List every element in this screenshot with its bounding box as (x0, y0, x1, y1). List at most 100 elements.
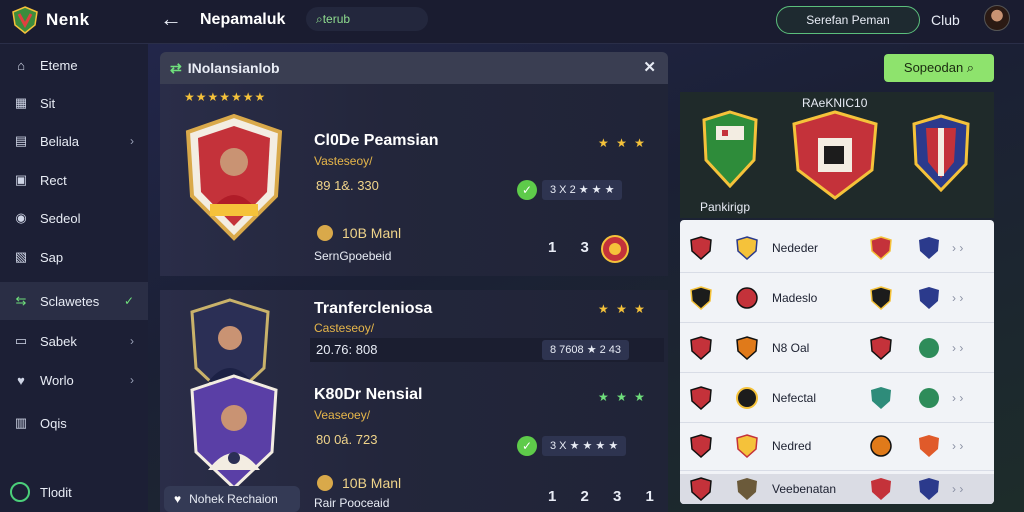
sidebar-item-label: Eteme (40, 57, 78, 73)
sidebar-item-sit[interactable]: ▦ Sit (0, 84, 148, 122)
club-crest-icon (736, 287, 758, 309)
chevron-right-icon: › › (952, 391, 964, 405)
club-name: Veebenatan (772, 481, 837, 496)
player-portrait-shield (190, 374, 278, 490)
sidebar-footer-label: Tlodit (40, 484, 72, 500)
calendar-icon: ▣ (14, 172, 28, 187)
club-crest-icon (737, 477, 757, 500)
user-avatar[interactable] (984, 5, 1010, 31)
club-crest-icon (919, 237, 939, 259)
folder-icon: ▭ (14, 333, 28, 348)
club-crest-icon (690, 286, 712, 310)
player-card[interactable]: ★★★★★★★ Cl0De Peamsian Vasteseoy/ 89 1&.… (160, 84, 668, 276)
club-name: Nededer (772, 241, 819, 255)
transfer-icon: ⇆ (15, 293, 27, 308)
club-link[interactable]: Club (931, 12, 960, 28)
sidebar-item-label: Sap (40, 249, 64, 265)
sidebar-item-sedeol[interactable]: ◉ Sedeol (0, 199, 148, 237)
club-crest-icon (317, 225, 333, 241)
check-icon: ✓ (517, 180, 537, 200)
player-portrait-shield (185, 113, 283, 241)
check-icon: ✓ (123, 294, 134, 308)
sidebar-item-label: Oqis (40, 415, 67, 431)
club-crest-icon[interactable] (700, 110, 760, 188)
sidebar-item-sabek[interactable]: ▭ Sabek › (0, 322, 148, 360)
sponsor-button[interactable]: Sopeodan ⌕ (884, 54, 994, 82)
ranking-label: Pankirigp (700, 200, 751, 214)
app-brand: Nenk (46, 10, 90, 29)
club-crest-icon[interactable] (790, 110, 880, 200)
player-card[interactable]: Tranfercleniosa Casteseoy/ ★ ★ ★ 20.76: … (160, 290, 668, 512)
sidebar-item-label: Worlo (40, 372, 74, 388)
player-name: K80Dr Nensial (314, 386, 423, 403)
search-input[interactable]: ⌕terub (306, 7, 428, 31)
sidebar: ⌂ Eteme ▦ Sit ▤ Beliala › ▣ Rect ◉ Sedeo… (0, 44, 148, 512)
heart-icon: ♥ (17, 372, 25, 388)
sidebar-item-label: Sedeol (40, 210, 81, 226)
ranking-table: Nededer › › Madeslo › › N8 Oal › › Nefec… (680, 220, 994, 504)
sidebar-item-oqis[interactable]: ▥ Oqis (0, 404, 148, 442)
numbers-row: 1 2 3 1 (548, 488, 664, 505)
club-crest-icon (736, 387, 758, 409)
stats-bar: 20.76: 808 8 7608 ★ 2 43 (310, 338, 664, 362)
transfer-icon: ⇄ (170, 59, 182, 76)
club-crest-icon (871, 387, 891, 409)
chevron-right-icon: › (130, 134, 134, 148)
favorite-button[interactable]: ♥ Nohek Rechaion (164, 486, 300, 512)
sidebar-item-transfers[interactable]: ⇆ Sclawetes ✓ (0, 282, 148, 320)
sidebar-item-label: Rect (40, 172, 67, 188)
player-name: Cl0De Peamsian (314, 132, 439, 149)
panel-header: ⇄ INolansianlob ✕ (160, 52, 668, 84)
primary-action-button[interactable]: Serefan Peman (776, 6, 920, 34)
sidebar-item-worlo[interactable]: ♥ Worlo › (0, 361, 148, 399)
player-name: Tranfercleniosa (314, 300, 433, 317)
chevron-right-icon: › › (952, 481, 964, 496)
back-arrow-icon[interactable]: ← (160, 6, 182, 32)
player-meta: SernGpoebeid (314, 249, 392, 263)
building-icon: ▤ (14, 133, 28, 148)
club-crest-icon (690, 476, 712, 501)
table-row[interactable]: Nedred › › (680, 422, 994, 471)
sidebar-item-beliala[interactable]: ▤ Beliala › (0, 122, 148, 160)
club-name: N8 Oal (772, 341, 810, 355)
club-crest-icon (871, 477, 891, 500)
club-crest-icon (690, 336, 712, 360)
club-crest-icon[interactable] (910, 114, 972, 192)
club-name: 10B Manl (342, 475, 402, 491)
player-position: Veaseoey/ (314, 408, 371, 422)
club-crest-icon (317, 475, 333, 491)
table-row[interactable]: N8 Oal › › (680, 324, 994, 373)
table-row[interactable]: Nefectal › › (680, 374, 994, 423)
sidebar-item-sap[interactable]: ▧ Sap (0, 238, 148, 276)
chevron-right-icon: › › (952, 241, 964, 255)
sidebar-item-home[interactable]: ⌂ Eteme (0, 46, 148, 84)
mini-star-rating: ★ ★ ★ (598, 136, 647, 150)
sidebar-item-rect[interactable]: ▣ Rect (0, 161, 148, 199)
app-logo-icon[interactable] (10, 5, 40, 35)
ranking-header: RAeKNIC10 Pankirigp (680, 92, 994, 218)
sidebar-item-label: Sclawetes (40, 293, 100, 309)
top-bar: Nenk ← Nepamaluk ⌕terub Serefan Peman Cl… (0, 0, 1024, 44)
club-name: Nedred (772, 439, 812, 453)
club-crest-icon (919, 435, 939, 457)
player-position: Vasteseoy/ (314, 154, 373, 168)
sidebar-item-label: Beliala (40, 133, 80, 149)
club-crest-icon (736, 236, 758, 260)
club-badge-icon (601, 235, 629, 263)
club-crest-icon (870, 435, 892, 457)
club-crest-icon (919, 388, 939, 408)
book-icon: ▥ (14, 415, 28, 430)
close-icon[interactable]: ✕ (643, 58, 656, 76)
club-name: 10B Manl (342, 225, 402, 241)
sidebar-footer[interactable]: Tlodit (10, 482, 72, 502)
table-row[interactable]: Madeslo › › (680, 274, 994, 323)
club-name: Nefectal (772, 391, 817, 405)
chevron-right-icon: › › (952, 439, 964, 453)
mini-star-rating: ★ ★ ★ (598, 302, 647, 316)
ball-icon: ◉ (15, 210, 27, 225)
ranking-title: RAeKNIC10 (802, 96, 868, 110)
table-row[interactable]: Nededer › › (680, 224, 994, 273)
club-name: Madeslo (772, 291, 818, 305)
table-row[interactable]: Veebenatan › › (680, 474, 994, 504)
home-icon: ⌂ (17, 57, 25, 73)
